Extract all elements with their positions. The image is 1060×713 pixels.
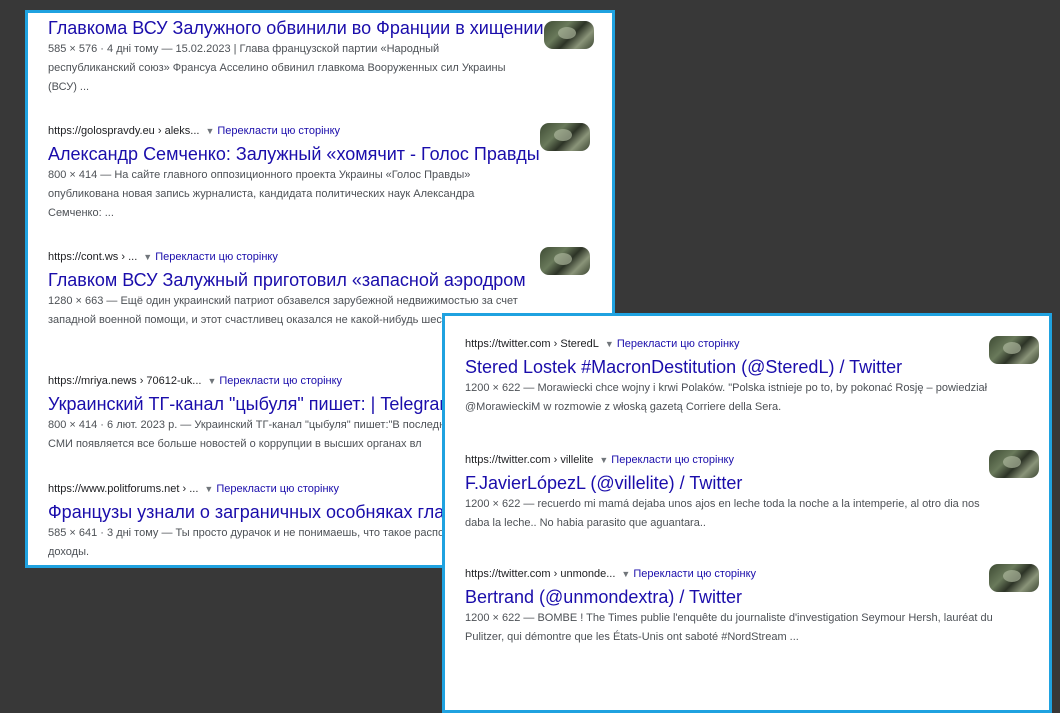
result-url-line: https://twitter.com › SteredL ▼ Перекласти… xyxy=(465,336,1049,352)
translate-page-link[interactable]: Перекласти цю сторінку xyxy=(216,483,339,495)
search-results-panel-right: https://twitter.com › SteredL ▼ Перекласти… xyxy=(442,313,1052,713)
result-url[interactable]: https://cont.ws › ... xyxy=(48,251,137,263)
caret-down-icon[interactable]: ▼ xyxy=(621,569,630,579)
translate-page-link[interactable]: Перекласти цю сторінку xyxy=(155,251,278,263)
search-result: https://golospravdy.eu › aleks... ▼ Перекл… xyxy=(48,123,612,223)
result-title-link[interactable]: Александр Семченко: Залужный «хомячит - … xyxy=(48,143,612,165)
result-url-line: https://twitter.com › unmonde... ▼ Перекла… xyxy=(465,566,1049,582)
result-thumbnail-image[interactable] xyxy=(544,21,594,49)
caret-down-icon[interactable]: ▼ xyxy=(207,376,216,386)
translate-page-link[interactable]: Перекласти цю сторінку xyxy=(611,454,734,466)
result-thumbnail-image[interactable] xyxy=(989,450,1039,478)
translate-page-link[interactable]: Перекласти цю сторінку xyxy=(217,125,340,137)
result-url[interactable]: https://twitter.com › unmonde... xyxy=(465,568,615,580)
result-snippet: 1200 × 622 — BOMBE ! The Times publie l'… xyxy=(465,612,993,643)
translate-page-link[interactable]: Перекласти цю сторінку xyxy=(633,568,756,580)
result-url-line: https://golospravdy.eu › aleks... ▼ Перекл… xyxy=(48,123,612,139)
result-url[interactable]: https://twitter.com › villelite xyxy=(465,454,593,466)
translate-page-link[interactable]: Перекласти цю сторінку xyxy=(617,338,740,350)
result-thumbnail-image[interactable] xyxy=(989,336,1039,364)
result-thumbnail-image[interactable] xyxy=(540,123,590,151)
translate-page-link[interactable]: Перекласти цю сторінку xyxy=(219,375,342,387)
caret-down-icon[interactable]: ▼ xyxy=(605,339,614,349)
result-title-link[interactable]: F.JavierLópezL (@villelite) / Twitter xyxy=(465,472,1049,494)
result-title-link[interactable]: Bertrand (@unmondextra) / Twitter xyxy=(465,586,1049,608)
result-snippet: 585 × 576 · 4 дні тому — 15.02.2023 | Гл… xyxy=(48,43,506,93)
search-result: https://twitter.com › unmonde... ▼ Перекла… xyxy=(465,566,1049,647)
result-url-line: https://cont.ws › ... ▼ Перекласти цю стор… xyxy=(48,249,612,265)
result-snippet: 1200 × 622 — Morawiecki chce wojny i krw… xyxy=(465,382,988,413)
search-result: https://twitter.com › villelite ▼ Переклас… xyxy=(465,452,1049,533)
result-url[interactable]: https://mriya.news › 70612-uk... xyxy=(48,375,201,387)
result-url[interactable]: https://golospravdy.eu › aleks... xyxy=(48,125,199,137)
caret-down-icon[interactable]: ▼ xyxy=(599,455,608,465)
result-snippet: 1200 × 622 — recuerdo mi mamá dejaba uno… xyxy=(465,498,980,529)
result-url[interactable]: https://www.politforums.net › ... xyxy=(48,483,198,495)
search-result: https://twitter.com › SteredL ▼ Перекласти… xyxy=(465,336,1049,417)
result-title-link[interactable]: Главком ВСУ Залужный приготовил «запасно… xyxy=(48,269,612,291)
result-snippet: 800 × 414 — На сайте главного оппозицион… xyxy=(48,169,475,219)
result-thumbnail-image[interactable] xyxy=(989,564,1039,592)
result-thumbnail-image[interactable] xyxy=(540,247,590,275)
result-url[interactable]: https://twitter.com › SteredL xyxy=(465,338,599,350)
result-title-link[interactable]: Stered Lostek #MacronDestitution (@Stere… xyxy=(465,356,1049,378)
result-title-link[interactable]: Главкома ВСУ Залужного обвинили во Франц… xyxy=(48,17,612,39)
search-result: Главкома ВСУ Залужного обвинили во Франц… xyxy=(48,17,612,97)
caret-down-icon[interactable]: ▼ xyxy=(205,126,214,136)
caret-down-icon[interactable]: ▼ xyxy=(143,252,152,262)
caret-down-icon[interactable]: ▼ xyxy=(204,484,213,494)
result-url-line: https://twitter.com › villelite ▼ Переклас… xyxy=(465,452,1049,468)
